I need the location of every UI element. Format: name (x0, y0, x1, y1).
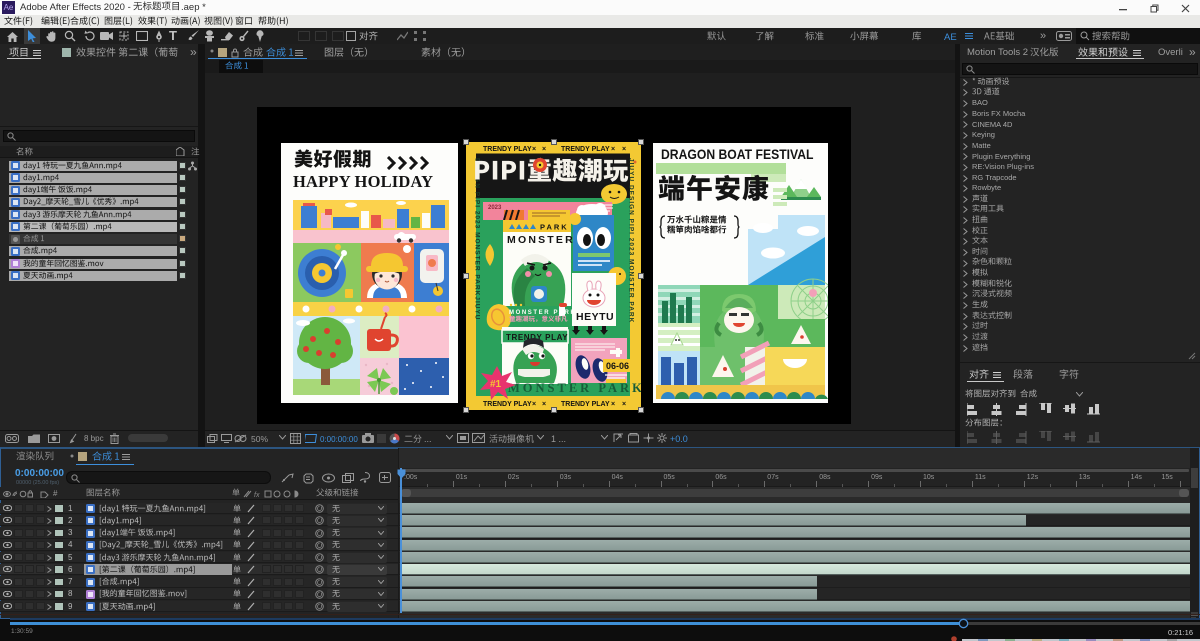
svg-text:PARK: PARK (540, 223, 569, 232)
svg-text:TRENDY PLAY: TRENDY PLAY (561, 146, 610, 153)
svg-text:×: × (532, 146, 536, 153)
svg-text:TRENDY PLAY: TRENDY PLAY (483, 401, 532, 408)
svg-text:×: × (611, 401, 615, 408)
svg-text:MONSTER PARK: MONSTER PARK (508, 381, 641, 395)
svg-text:×: × (611, 146, 615, 153)
svg-text:×: × (622, 401, 626, 408)
svg-text:×: × (542, 401, 546, 408)
svg-text:#1: #1 (490, 379, 502, 390)
svg-text:×: × (622, 146, 626, 153)
svg-text:TRENDY PLAY: TRENDY PLAY (561, 401, 610, 408)
svg-text:×: × (532, 401, 536, 408)
svg-text:×: × (542, 146, 546, 153)
svg-text:2023: 2023 (488, 205, 502, 211)
svg-text:TRENDY PLAY: TRENDY PLAY (483, 146, 532, 153)
svg-text:HEYTU: HEYTU (576, 311, 614, 323)
svg-text:06-06: 06-06 (606, 361, 629, 371)
svg-text:MONSTER: MONSTER (507, 234, 575, 246)
svg-text:fx: fx (254, 492, 260, 498)
